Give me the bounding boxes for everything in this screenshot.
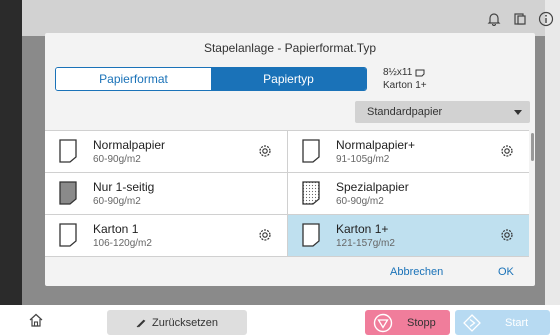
paper-category-dropdown[interactable]: Standardpapier [355,101,530,123]
paper-size-info: 8½x11 Karton 1+ [383,66,427,92]
paper-name: Nur 1-seitig [93,180,155,194]
paper-name: Karton 1 [93,222,139,236]
paper-icon [302,223,320,247]
paper-name: Spezialpapier [336,180,409,194]
paper-name: Normalpapier+ [336,138,416,152]
scrollbar[interactable] [531,133,534,161]
paper-icon [59,139,77,163]
tab-papiertyp[interactable]: Papiertyp [211,68,366,90]
pencil-icon [136,319,146,327]
paper-option-normalpapier[interactable]: Normalpapier 60-90g/m2 [45,131,287,173]
gear-icon[interactable] [499,143,515,159]
paper-type-grid: Normalpapier 60-90g/m2 Normalpapier+ 91-… [45,130,529,257]
gear-icon[interactable] [257,227,273,243]
stop-button[interactable]: Stopp [365,310,450,335]
dialog-footer: Abbrechen OK [45,258,535,286]
home-button[interactable] [22,308,50,332]
info-icon[interactable] [537,10,555,28]
bell-icon[interactable] [485,10,503,28]
paper-option-nur-1-seitig[interactable]: Nur 1-seitig 60-90g/m2 [45,173,287,215]
paper-option-spezialpapier[interactable]: Spezialpapier 60-90g/m2 [287,173,529,215]
start-label: Start [505,316,529,329]
paper-name: Normalpapier [93,138,166,152]
paper-name: Karton 1+ [336,222,389,236]
gear-icon[interactable] [499,227,515,243]
cancel-button[interactable]: Abbrechen [390,266,443,278]
paper-icon [302,181,320,205]
paper-weight: 60-90g/m2 [93,154,141,165]
reset-label: Zurücksetzen [151,316,219,329]
stop-icon [373,313,393,332]
paper-weight: 106-120g/m2 [93,238,152,249]
paper-option-karton-1-plus[interactable]: Karton 1+ 121-157g/m2 [287,215,529,257]
paper-size-text: 8½x11 [383,67,413,78]
dialog-title: Stapelanlage - Papierformat.Typ [203,41,377,55]
dropdown-value: Standardpapier [367,106,443,118]
start-button[interactable]: Start [455,310,550,335]
reset-button[interactable]: Zurücksetzen [107,310,247,335]
paper-weight: 60-90g/m2 [93,196,141,207]
home-icon [29,313,43,327]
paper-type-text: Karton 1+ [383,80,427,91]
gear-icon[interactable] [257,143,273,159]
paper-option-normalpapier-plus[interactable]: Normalpapier+ 91-105g/m2 [287,131,529,173]
tab-group: Papierformat Papiertyp [55,67,367,91]
chevron-down-icon [514,110,522,115]
top-status-bar [22,0,545,36]
orientation-icon [415,69,425,76]
tab-papierformat[interactable]: Papierformat [56,68,211,90]
paper-weight: 91-105g/m2 [336,154,390,165]
stop-label: Stopp [407,316,436,329]
paper-weight: 60-90g/m2 [336,196,384,207]
ok-button[interactable]: OK [498,266,514,278]
right-panel [545,0,560,305]
start-icon [463,313,481,332]
paper-option-karton-1[interactable]: Karton 1 106-120g/m2 [45,215,287,257]
paper-icon [59,181,77,205]
paper-icon [302,139,320,163]
paper-type-dialog: Stapelanlage - Papierformat.Typ Papierfo… [45,33,535,286]
copy-status-icon[interactable] [511,10,529,28]
paper-icon [59,223,77,247]
paper-weight: 121-157g/m2 [336,238,395,249]
left-panel [0,0,22,305]
